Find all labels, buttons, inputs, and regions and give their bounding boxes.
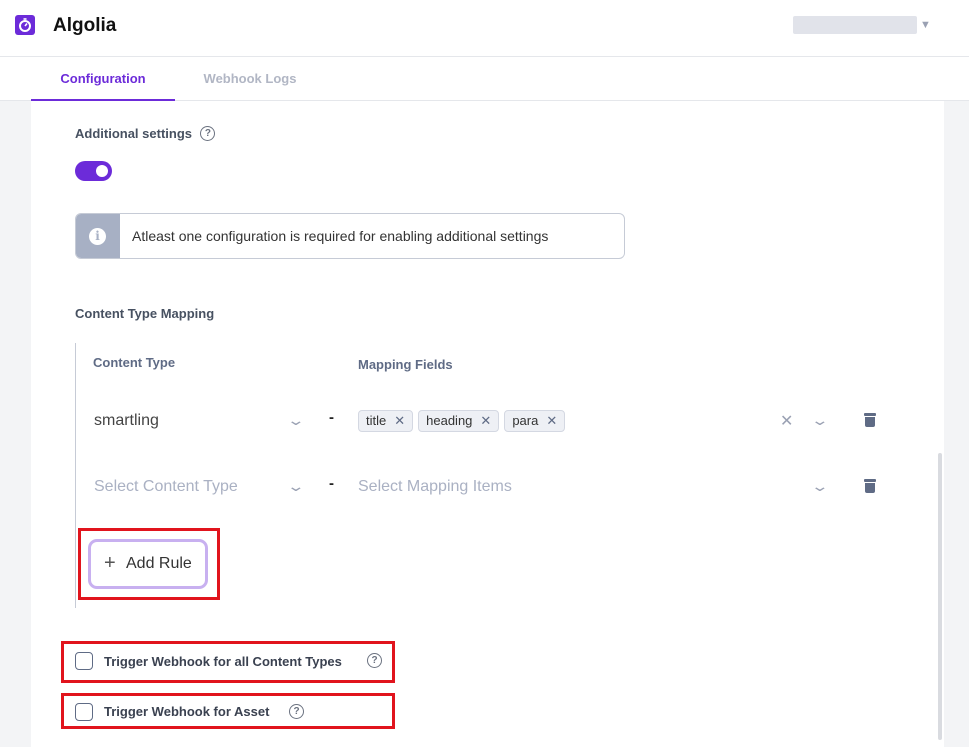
trigger-all-content-types-label: Trigger Webhook for all Content Types	[104, 654, 342, 669]
field-chip-label: para	[512, 413, 539, 428]
field-chip: heading ✕	[418, 410, 500, 432]
trash-lid	[864, 479, 876, 482]
add-rule-button[interactable]: + Add Rule	[88, 539, 208, 589]
mapping-fields-select[interactable]: title ✕ heading ✕ para ✕	[358, 410, 566, 432]
account-selector[interactable]	[793, 16, 917, 34]
remove-chip-icon[interactable]: ✕	[394, 411, 405, 431]
clear-all-icon[interactable]: ✕	[780, 411, 793, 431]
caret-down-icon[interactable]: ▼	[920, 19, 931, 31]
trigger-all-content-types-checkbox[interactable]	[75, 652, 93, 670]
trigger-asset-label: Trigger Webhook for Asset	[104, 704, 270, 719]
algolia-logo-icon	[15, 15, 35, 35]
rule-separator: -	[329, 409, 334, 426]
plus-icon: +	[104, 552, 116, 574]
help-icon[interactable]: ?	[367, 653, 382, 668]
field-chip-label: title	[366, 413, 387, 428]
delete-rule-icon[interactable]	[864, 479, 876, 493]
trash-bin	[865, 417, 875, 427]
trash-bin	[865, 483, 875, 493]
info-alert-side: i	[76, 214, 120, 258]
add-rule-label: Add Rule	[126, 555, 192, 572]
content-type-mapping-title: Content Type Mapping	[75, 306, 215, 321]
app-title: Algolia	[53, 15, 117, 36]
field-chip-label: heading	[426, 413, 473, 428]
content-type-select[interactable]: smartling	[94, 412, 159, 430]
toggle-knob	[96, 165, 108, 177]
tab-configuration[interactable]: Configuration	[31, 57, 175, 101]
delete-rule-icon[interactable]	[864, 413, 876, 427]
trigger-asset-checkbox[interactable]	[75, 703, 93, 721]
trash-lid	[864, 413, 876, 416]
info-alert: i Atleast one configuration is required …	[75, 213, 625, 259]
additional-settings-toggle[interactable]	[75, 161, 112, 181]
remove-chip-icon[interactable]: ✕	[546, 411, 557, 431]
help-icon[interactable]: ?	[289, 704, 304, 719]
chevron-down-icon[interactable]: ⌄	[286, 478, 305, 495]
configuration-panel: Additional settings ? i Atleast one conf…	[31, 101, 944, 747]
field-chip: para ✕	[504, 410, 566, 432]
chevron-down-icon[interactable]: ⌄	[810, 478, 829, 495]
info-icon: i	[89, 228, 106, 245]
scrollbar[interactable]	[938, 453, 942, 740]
content-type-select[interactable]: Select Content Type	[94, 478, 238, 496]
remove-chip-icon[interactable]: ✕	[480, 411, 491, 431]
mapping-fields-column-header: Mapping Fields	[358, 357, 453, 372]
info-alert-message: Atleast one configuration is required fo…	[132, 228, 549, 244]
content-type-column-header: Content Type	[93, 355, 176, 370]
mapping-rule-row: Select Content Type ⌄ - Select Mapping I…	[76, 469, 906, 505]
tab-webhook-logs[interactable]: Webhook Logs	[175, 57, 325, 101]
additional-settings-heading: Additional settings ?	[75, 125, 216, 143]
rule-separator: -	[329, 475, 334, 492]
mapping-rule-row: smartling ⌄ - title ✕ heading ✕ para ✕ ✕…	[76, 403, 906, 439]
help-icon[interactable]: ?	[200, 126, 216, 142]
app-header: Algolia ▼	[0, 0, 969, 57]
field-chip: title ✕	[358, 410, 414, 432]
mapping-fields-select[interactable]: Select Mapping Items	[358, 478, 512, 496]
chevron-down-icon[interactable]: ⌄	[810, 412, 829, 429]
tab-bar: Configuration Webhook Logs	[0, 57, 969, 101]
chevron-down-icon[interactable]: ⌄	[286, 412, 305, 429]
additional-settings-label: Additional settings	[75, 126, 192, 141]
